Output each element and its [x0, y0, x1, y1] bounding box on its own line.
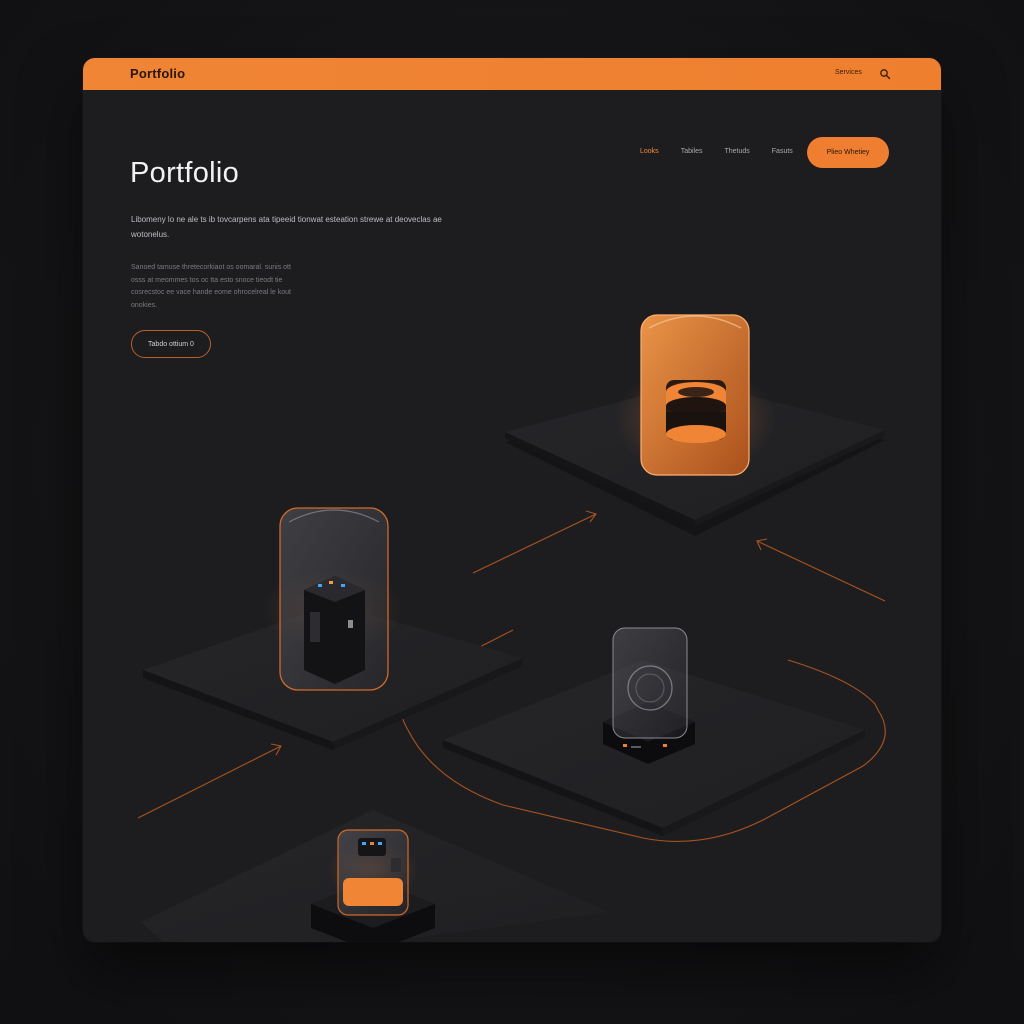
top-bar: Portfolio Services	[83, 58, 941, 90]
nav-item-tabiles[interactable]: Tabiles	[681, 148, 703, 155]
secondary-button[interactable]: Tabdo ottium 0	[131, 330, 211, 358]
topbar-link[interactable]: Services	[835, 69, 862, 76]
brand-logo[interactable]: Portfolio	[130, 66, 185, 81]
app-window: Portfolio Services Portfolio Looks Tabil…	[83, 58, 941, 942]
page-backdrop: Portfolio Services Portfolio Looks Tabil…	[0, 0, 1024, 1024]
page-title: Portfolio	[130, 157, 240, 190]
nav-item-thetuds[interactable]: Thetuds	[724, 148, 749, 155]
main-nav: Looks Tabiles Thetuds Fasuts	[640, 148, 815, 155]
orange-cube-product[interactable]	[615, 314, 775, 476]
nav-item-fasuts[interactable]: Fasuts	[772, 148, 793, 155]
smoke-glass-product[interactable]	[263, 507, 403, 691]
intro-body: Sanoed tamuse thretecorkiaot os oomaral.…	[131, 264, 291, 309]
intro-lead: Libomeny lo ne ale ts ib tovcarpens ata …	[131, 215, 442, 239]
clear-glass-product[interactable]	[603, 627, 695, 764]
search-icon[interactable]	[879, 68, 891, 80]
nav-item-looks[interactable]: Looks	[640, 148, 659, 155]
cta-button[interactable]: Plieo Whetiey	[807, 137, 889, 168]
